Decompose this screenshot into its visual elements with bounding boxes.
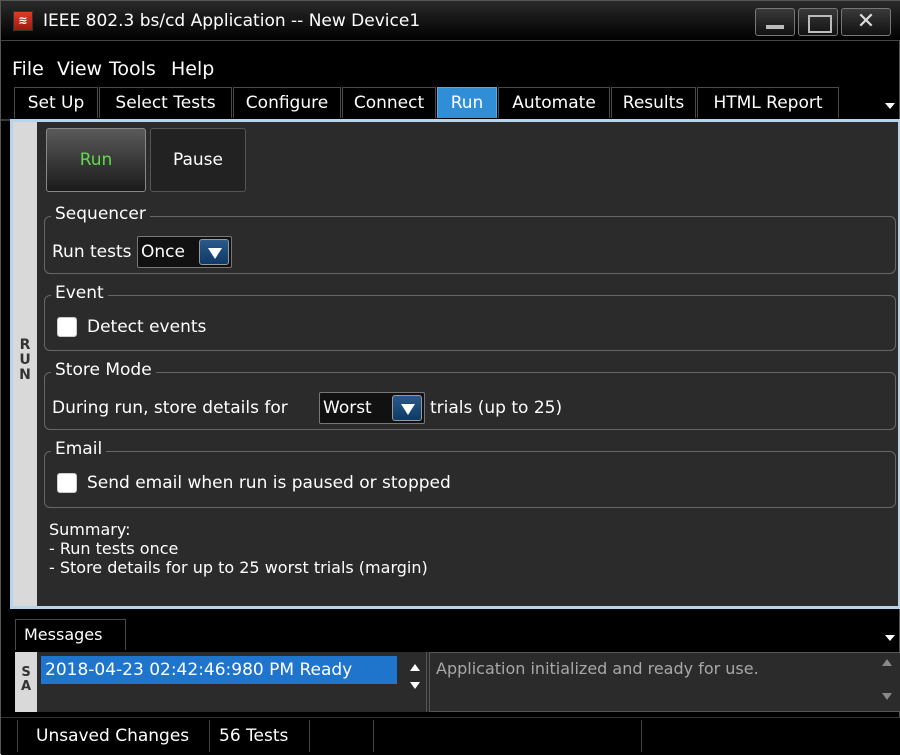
messages-side-label: SA xyxy=(20,665,32,694)
minimize-button[interactable] xyxy=(755,8,795,36)
summary-line: - Run tests once xyxy=(49,539,179,558)
send-email-label: Send email when run is paused or stopped xyxy=(87,473,451,493)
run-panel: RUN Run Pause Sequencer Run tests Once E… xyxy=(10,119,900,609)
chevron-down-icon[interactable] xyxy=(392,395,422,421)
status-bar: Unsaved Changes 56 Tests xyxy=(1,717,900,755)
menu-view[interactable]: View xyxy=(57,58,102,80)
scroll-down-icon[interactable] xyxy=(410,682,420,689)
tab-overflow-chevron-icon[interactable] xyxy=(885,103,895,109)
detect-events-checkbox[interactable] xyxy=(57,317,77,337)
store-mode-group: Store Mode During run, store details for… xyxy=(44,360,896,430)
tab-run[interactable]: Run xyxy=(437,87,497,118)
tab-configure[interactable]: Configure xyxy=(233,87,341,118)
message-list[interactable]: 2018-04-23 02:42:46:980 PM Ready xyxy=(37,652,427,712)
summary-heading: Summary: xyxy=(49,520,131,539)
summary-line: - Store details for up to 25 worst trial… xyxy=(49,558,428,577)
run-tests-label: Run tests xyxy=(52,242,132,262)
close-button[interactable]: ✕ xyxy=(841,8,891,36)
tab-connect[interactable]: Connect xyxy=(342,87,436,118)
menu-tools[interactable]: Tools xyxy=(109,58,156,80)
run-tests-select[interactable]: Once xyxy=(137,236,232,268)
email-group: Email Send email when run is paused or s… xyxy=(44,439,896,508)
messages-tab-bar: Messages xyxy=(1,615,900,651)
tab-bar: Set Up Select Tests Configure Connect Ru… xyxy=(1,85,900,121)
scroll-up-icon[interactable] xyxy=(882,659,892,666)
messages-panel: SA 2018-04-23 02:42:46:980 PM Ready Appl… xyxy=(15,652,900,712)
unsaved-changes-status: Unsaved Changes xyxy=(36,726,190,746)
store-mode-title: Store Mode xyxy=(51,360,156,380)
status-divider xyxy=(209,720,210,752)
message-detail: Application initialized and ready for us… xyxy=(429,652,900,712)
messages-chevron-icon[interactable] xyxy=(885,635,895,641)
run-button[interactable]: Run xyxy=(46,128,146,192)
store-mode-label-before: During run, store details for xyxy=(52,398,288,418)
status-divider xyxy=(641,720,642,752)
menu-help[interactable]: Help xyxy=(171,58,214,80)
scroll-down-icon[interactable] xyxy=(882,693,892,700)
sequencer-group: Sequencer Run tests Once xyxy=(44,204,896,274)
event-group: Event Detect events xyxy=(44,283,896,351)
scroll-up-icon[interactable] xyxy=(410,664,420,671)
title-bar[interactable]: ≋ IEEE 802.3 bs/cd Application -- New De… xyxy=(1,1,900,41)
message-detail-text: Application initialized and ready for us… xyxy=(436,659,759,678)
run-tests-value: Once xyxy=(141,242,185,262)
status-divider xyxy=(17,720,18,752)
messages-side-strip[interactable]: SA xyxy=(15,652,37,712)
store-mode-select[interactable]: Worst xyxy=(319,392,425,424)
close-icon: ✕ xyxy=(856,9,876,34)
maximize-button[interactable] xyxy=(798,8,838,36)
status-divider xyxy=(373,720,374,752)
tab-automate[interactable]: Automate xyxy=(498,87,610,118)
app-icon: ≋ xyxy=(13,11,33,31)
run-side-strip[interactable]: RUN xyxy=(13,122,37,606)
summary: Summary: - Run tests once - Store detail… xyxy=(49,520,428,577)
run-content: Run Pause Sequencer Run tests Once Event… xyxy=(37,122,898,606)
detect-events-label: Detect events xyxy=(87,317,207,337)
event-title: Event xyxy=(51,283,108,303)
tab-set-up[interactable]: Set Up xyxy=(14,87,98,118)
sequencer-title: Sequencer xyxy=(51,204,150,224)
test-count-status: 56 Tests xyxy=(219,726,289,746)
store-mode-value: Worst xyxy=(323,398,372,418)
tab-results[interactable]: Results xyxy=(611,87,696,118)
store-mode-label-after: trials (up to 25) xyxy=(430,398,563,418)
status-divider xyxy=(309,720,310,752)
send-email-checkbox[interactable] xyxy=(57,473,77,493)
email-title: Email xyxy=(51,439,107,459)
message-entry-selected[interactable]: 2018-04-23 02:42:46:980 PM Ready xyxy=(41,656,397,684)
tab-messages[interactable]: Messages xyxy=(15,619,126,650)
run-side-label: RUN xyxy=(19,337,31,383)
chevron-down-icon[interactable] xyxy=(199,239,229,265)
tab-select-tests[interactable]: Select Tests xyxy=(99,87,232,118)
menu-bar: File View Tools Help xyxy=(1,45,900,81)
pause-button[interactable]: Pause xyxy=(150,128,246,192)
window-title: IEEE 802.3 bs/cd Application -- New Devi… xyxy=(43,11,421,31)
application-window: ≋ IEEE 802.3 bs/cd Application -- New De… xyxy=(0,0,900,755)
tab-html-report[interactable]: HTML Report xyxy=(697,87,839,118)
menu-file[interactable]: File xyxy=(12,58,44,80)
